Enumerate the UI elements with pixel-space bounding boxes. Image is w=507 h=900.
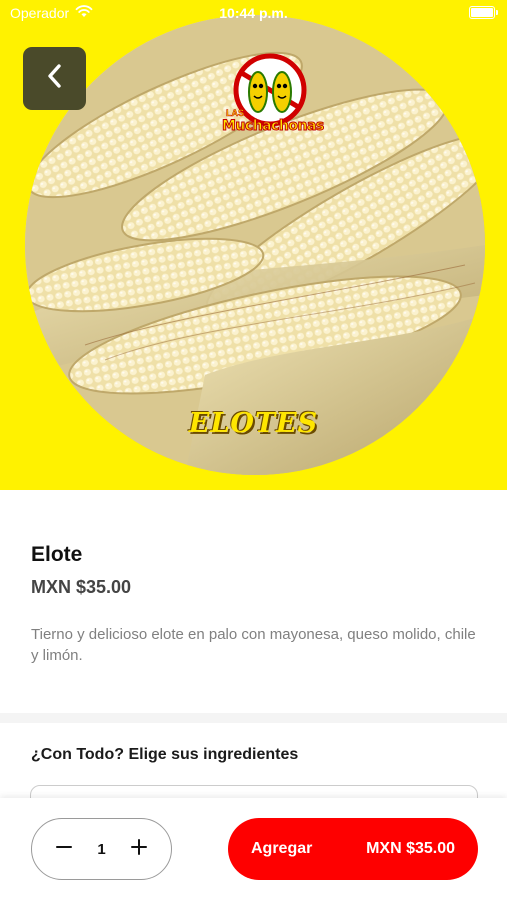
back-button[interactable] (23, 47, 86, 110)
hero-caption: ELOTES (188, 408, 319, 439)
brand-logo: LAS Muchachonas (222, 52, 325, 142)
logo-small-text: LAS (226, 108, 245, 119)
section-divider (0, 713, 507, 723)
quantity-stepper: 1 (31, 818, 172, 880)
chevron-left-icon (44, 63, 66, 94)
add-to-cart-button[interactable]: Agregar MXN $35.00 (228, 818, 478, 880)
decrease-quantity-button[interactable] (52, 837, 76, 861)
quantity-value: 1 (97, 840, 106, 858)
hero-banner: Operador 10:44 p.m. LAS Muchachonas ELOT… (0, 0, 507, 490)
add-button-price: MXN $35.00 (366, 840, 455, 857)
status-bar: Operador 10:44 p.m. (0, 0, 507, 28)
options-section-title: ¿Con Todo? Elige sus ingredientes (31, 746, 299, 763)
add-button-label: Agregar (251, 840, 313, 857)
plus-icon (130, 838, 148, 861)
bottom-action-bar: 1 Agregar MXN $35.00 (0, 798, 507, 900)
product-price: MXN $35.00 (31, 577, 132, 597)
minus-icon (55, 838, 73, 861)
battery-icon (469, 6, 498, 19)
logo-text: Muchachonas (222, 118, 325, 135)
product-description: Tierno y delicioso elote en palo con may… (31, 626, 476, 664)
product-name: Elote (31, 543, 83, 566)
status-time: 10:44 p.m. (219, 5, 288, 21)
increase-quantity-button[interactable] (127, 837, 151, 861)
